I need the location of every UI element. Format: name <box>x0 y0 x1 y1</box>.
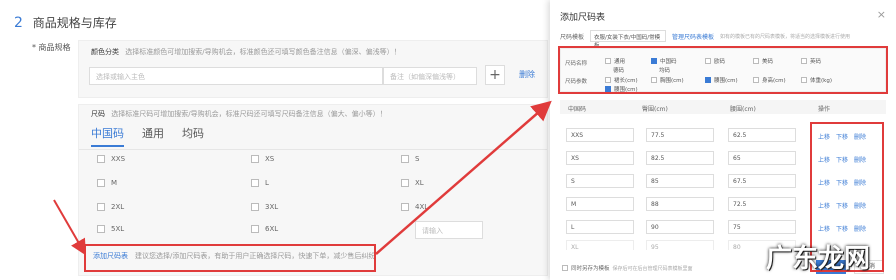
size-cell[interactable]: XXS <box>566 128 634 142</box>
product-spec-panel: 2 商品规格与库存 * 商品规格 颜色分类 选择标准颜色可增加搜索/导购机会，标… <box>0 0 560 280</box>
checkbox-icon <box>251 155 259 163</box>
checkbox-icon <box>251 179 259 187</box>
tab-divider <box>79 149 547 150</box>
size-option-label: 5XL <box>111 225 125 233</box>
waist-cell[interactable]: 67.5 <box>728 174 796 188</box>
size-checkbox[interactable]: 3XL <box>251 203 278 211</box>
checkbox-icon <box>251 203 259 211</box>
hip-cell[interactable]: 88 <box>646 197 714 211</box>
hip-cell[interactable]: 85 <box>646 174 714 188</box>
size-cell[interactable]: XL <box>566 240 634 251</box>
tab-china-size[interactable]: 中国码 <box>91 125 124 147</box>
column-header: 臀围(cm) <box>642 106 668 113</box>
color-hint: 颜色分类 选择标准颜色可增加搜索/导购机会，标准颜色还可填写颜色备注信息（偏深、… <box>91 47 401 57</box>
size-option-label: M <box>111 179 118 187</box>
size-checkbox[interactable]: XXS <box>97 155 125 163</box>
size-checkbox[interactable]: 6XL <box>251 225 278 233</box>
size-option-label: S <box>415 155 420 163</box>
add-color-button[interactable]: + <box>485 65 505 85</box>
section-title-text: 商品规格与库存 <box>32 16 117 30</box>
color-label: 颜色分类 <box>91 48 119 56</box>
size-hint-text: 选择标准尺码可增加搜索/导购机会，标准尺码还可填写尺码备注信息（偏大、偏小等）！ <box>111 110 387 118</box>
size-cell[interactable]: L <box>566 220 634 234</box>
size-cell[interactable]: S <box>566 174 634 188</box>
hip-cell[interactable]: 95 <box>646 240 714 251</box>
checkbox-icon <box>97 225 105 233</box>
checkbox-icon <box>251 225 259 233</box>
size-checkbox[interactable]: 4XL <box>401 203 428 211</box>
hip-cell[interactable]: 82.5 <box>646 151 714 165</box>
checkbox-icon <box>401 155 409 163</box>
save-template-label: 同时另存为模板 <box>571 266 610 272</box>
size-hint: 尺码 选择标准尺码可增加搜索/导购机会，标准尺码还可填写尺码备注信息（偏大、偏小… <box>91 109 387 119</box>
column-header: 腰围(cm) <box>730 106 756 113</box>
color-section: 颜色分类 选择标准颜色可增加搜索/导购机会，标准颜色还可填写颜色备注信息（偏深、… <box>78 40 548 98</box>
size-cell[interactable]: M <box>566 197 634 211</box>
table-header <box>560 100 886 114</box>
checkbox-icon <box>401 179 409 187</box>
color-input[interactable]: 选择或输入主色 <box>89 67 383 85</box>
size-option-label: 4XL <box>415 203 429 211</box>
size-label: 尺码 <box>91 110 105 118</box>
checkbox-icon[interactable] <box>562 265 568 271</box>
size-checkbox[interactable]: XS <box>251 155 274 163</box>
template-row: 尺码模板 衣服/女装下衣/中国码/常模板 管理尺码表模板 如有的模板已有的尺码表… <box>560 30 851 49</box>
size-option-label: XXS <box>111 155 126 163</box>
size-checkbox[interactable]: 5XL <box>97 225 124 233</box>
waist-cell[interactable]: 75 <box>728 220 796 234</box>
color-note-input[interactable]: 备注（如偏深偏浅等） <box>383 67 477 85</box>
column-header: 中国码 <box>568 106 587 113</box>
checkbox-icon <box>97 203 105 211</box>
size-checkbox[interactable]: S <box>401 155 419 163</box>
dialog-title: 添加尺码表 <box>560 13 606 23</box>
section-title: 2 商品规格与库存 <box>14 14 117 31</box>
size-checkbox[interactable]: 2XL <box>97 203 124 211</box>
size-tabs: 中国码 通用 均码 <box>91 125 204 147</box>
save-template-row: 同时另存为模板 保存后可在后台管理尺码表模板里面 <box>562 264 693 272</box>
spec-field-label: * 商品规格 <box>32 43 71 52</box>
manage-template-tip: 如有的模板已有的尺码表模板，将适当的选择模板进行使用 <box>720 33 851 40</box>
size-checkbox[interactable]: XL <box>401 179 424 187</box>
delete-color-button[interactable]: 删除 <box>519 69 535 80</box>
size-option-label: XL <box>415 179 424 187</box>
size-checkbox[interactable]: M <box>97 179 117 187</box>
tab-universal[interactable]: 通用 <box>142 125 164 147</box>
waist-cell[interactable]: 62.5 <box>728 128 796 142</box>
hip-cell[interactable]: 77.5 <box>646 128 714 142</box>
column-header: 操作 <box>818 106 831 113</box>
watermark: 广东龙网 <box>766 244 871 274</box>
waist-cell[interactable]: 72.5 <box>728 197 796 211</box>
manage-template-link[interactable]: 管理尺码表模板 <box>672 32 714 41</box>
size-cell[interactable]: XS <box>566 151 634 165</box>
checkbox-icon <box>401 203 409 211</box>
size-option-label: 2XL <box>111 203 125 211</box>
custom-size-input[interactable]: 请输入 <box>415 221 483 239</box>
save-template-tip: 保存后可在后台管理尺码表模板里面 <box>612 265 693 272</box>
checkbox-icon <box>97 179 105 187</box>
size-option-label: L <box>265 179 269 187</box>
template-label: 尺码模板 <box>560 33 585 41</box>
tab-one-size[interactable]: 均码 <box>182 125 204 147</box>
size-checkbox[interactable]: L <box>251 179 269 187</box>
template-select[interactable]: 衣服/女装下衣/中国码/常模板 <box>590 30 667 49</box>
section-number: 2 <box>14 15 23 31</box>
annotation-box-attributes <box>558 46 888 94</box>
checkbox-icon <box>97 155 105 163</box>
hip-cell[interactable]: 90 <box>646 220 714 234</box>
page: 2 商品规格与库存 * 商品规格 颜色分类 选择标准颜色可增加搜索/导购机会，标… <box>0 0 896 280</box>
annotation-box-add-table <box>84 244 376 272</box>
size-option-label: XS <box>265 155 275 163</box>
size-option-label: 3XL <box>265 203 279 211</box>
waist-cell[interactable]: 65 <box>728 151 796 165</box>
close-icon[interactable]: × <box>877 8 886 21</box>
color-hint-text: 选择标准颜色可增加搜索/导购机会，标准颜色还可填写颜色备注信息（偏深、偏浅等）！ <box>125 48 401 56</box>
size-option-label: 6XL <box>265 225 279 233</box>
